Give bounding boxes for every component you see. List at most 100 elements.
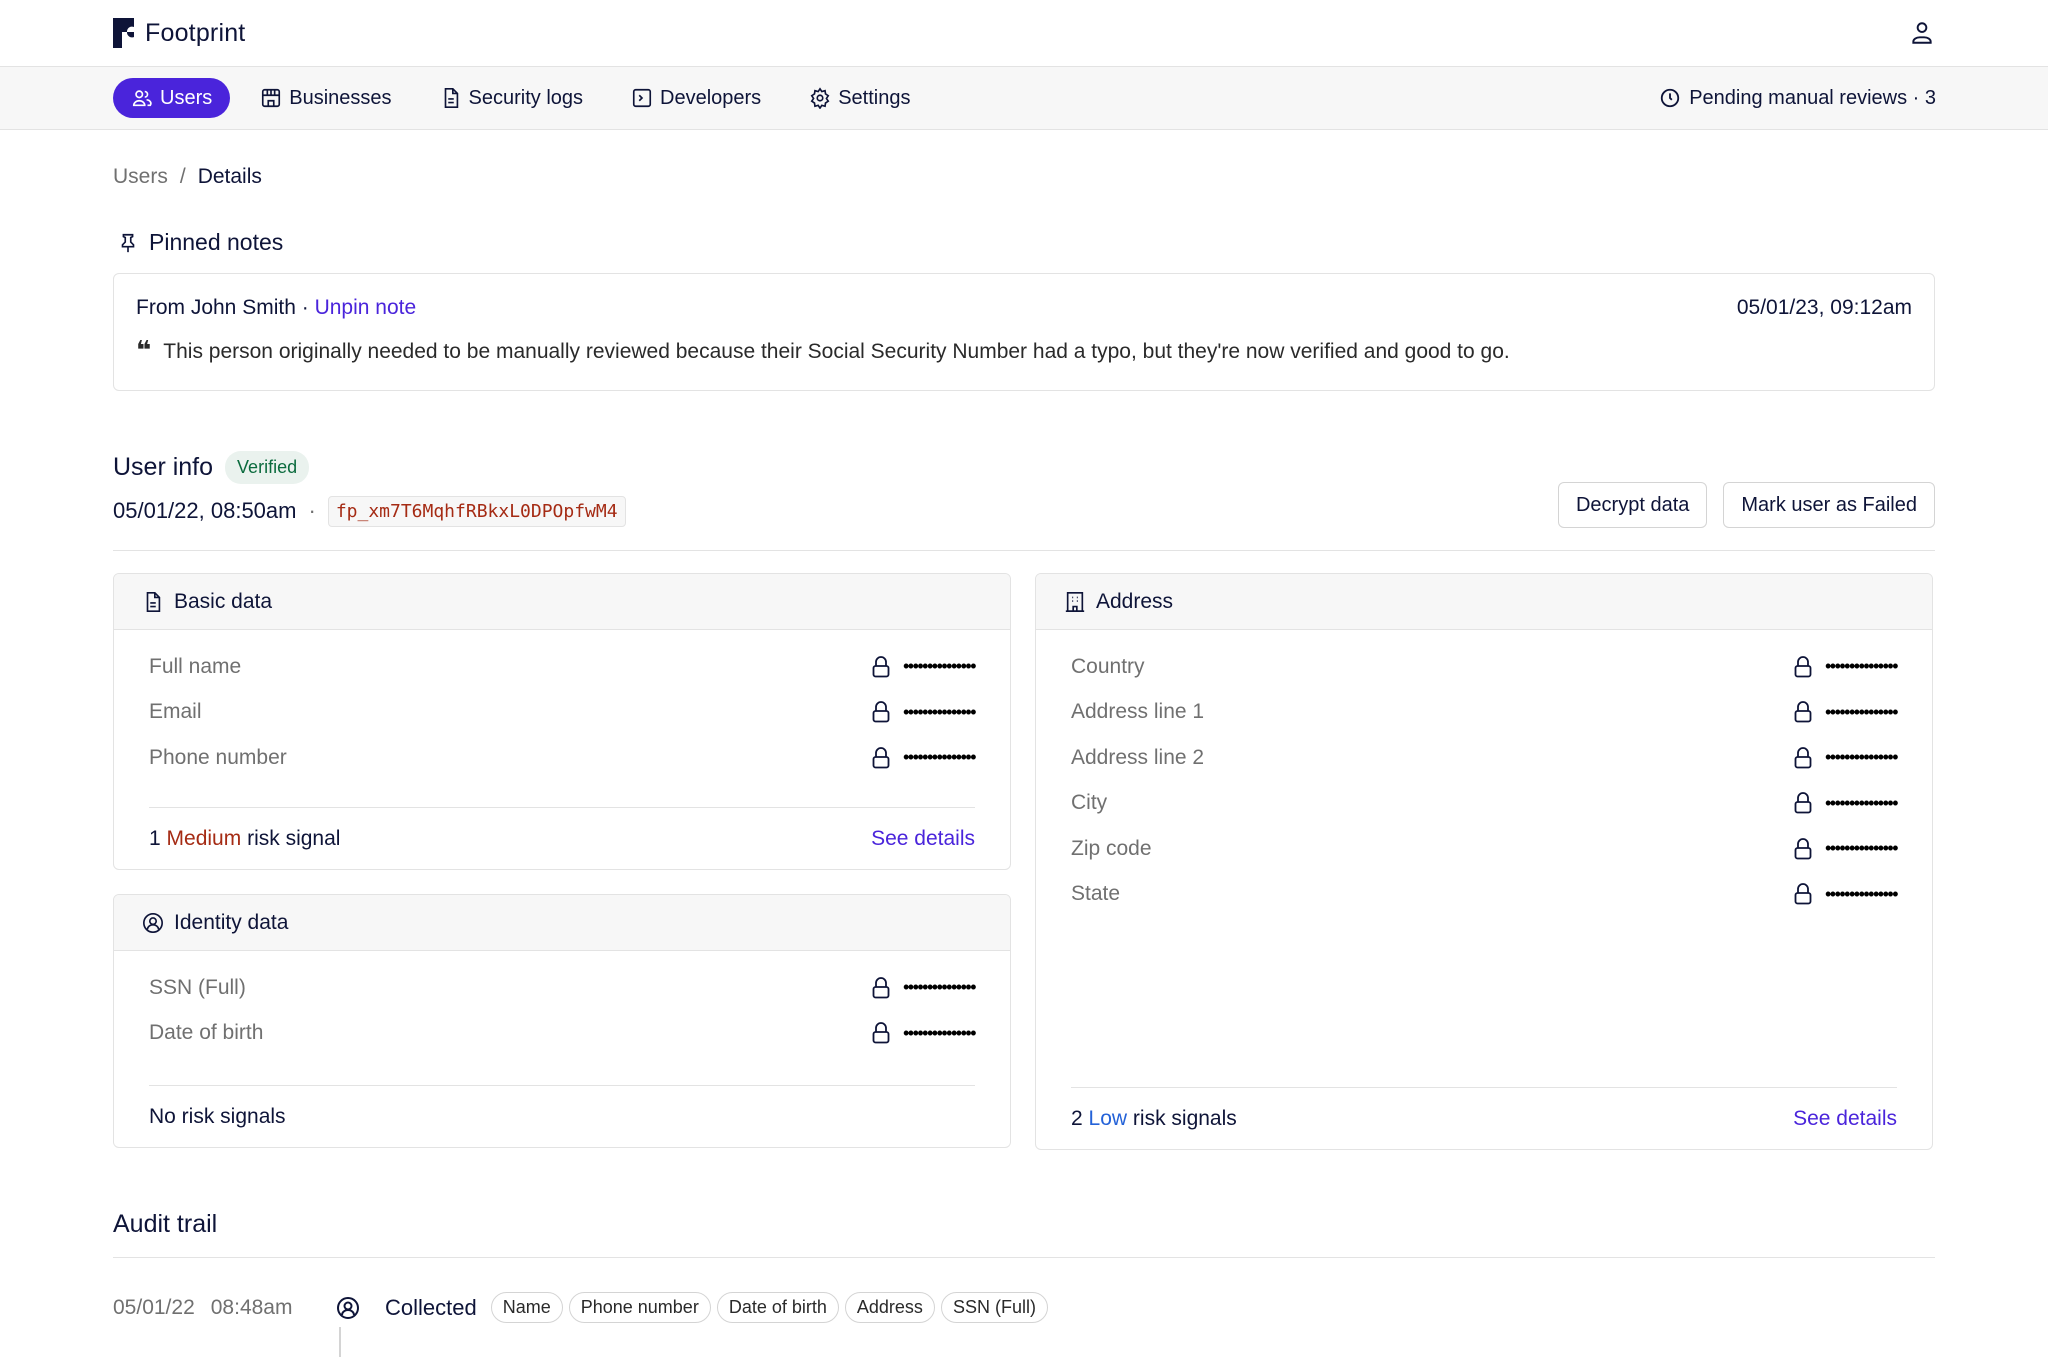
brand-name: Footprint xyxy=(145,18,246,47)
nav-item-settings[interactable]: Settings xyxy=(791,78,928,118)
field-row-country: Country ••••••••••••••• xyxy=(1071,644,1899,690)
risk-signals-footer: 1 Medium risk signal See details xyxy=(149,807,975,869)
nav-item-security-logs[interactable]: Security logs xyxy=(422,78,602,118)
masked-value: ••••••••••••••• xyxy=(902,656,977,677)
user-info-title: User info xyxy=(113,453,214,481)
risk-level: Low xyxy=(1088,1106,1128,1130)
quote-icon: ❝ xyxy=(136,335,152,365)
audit-event-row: 05/01/22 08:48am Collected Name Phone nu… xyxy=(113,1292,1935,1323)
masked-value: ••••••••••••••• xyxy=(1824,747,1899,768)
field-label: Full name xyxy=(149,654,242,678)
lock-icon xyxy=(872,1022,890,1044)
pinned-note-card: From John Smith · Unpin note 05/01/23, 0… xyxy=(113,273,1935,391)
address-card: Address Country ••••••••••••••• Address … xyxy=(1035,573,1933,1150)
nav-item-developers[interactable]: Developers xyxy=(613,78,779,118)
masked-value: ••••••••••••••• xyxy=(902,977,977,998)
lock-icon xyxy=(1794,883,1812,905)
user-profile-button[interactable] xyxy=(1908,19,1936,47)
clock-icon xyxy=(1661,88,1680,108)
nav-label: Security logs xyxy=(468,86,584,109)
field-row-phone-number: Phone number ••••••••••••••• xyxy=(149,735,977,781)
lock-icon xyxy=(872,701,890,723)
pinned-notes-heading: Pinned notes xyxy=(113,229,1935,256)
card-title: Identity data xyxy=(174,910,289,934)
audit-date: 05/01/22 xyxy=(113,1295,195,1319)
see-details-link[interactable]: See details xyxy=(871,827,975,851)
see-details-link[interactable]: See details xyxy=(1793,1107,1897,1131)
tag-address: Address xyxy=(844,1292,935,1323)
risk-count: 1 xyxy=(149,826,161,850)
risk-summary: 2 Low risk signals xyxy=(1071,1107,1237,1131)
field-row-full-name: Full name ••••••••••••••• xyxy=(149,644,977,690)
file-text-icon xyxy=(146,591,161,612)
pending-reviews-label: Pending manual reviews · 3 xyxy=(1689,86,1936,109)
lock-icon xyxy=(872,655,890,678)
lock-icon xyxy=(1794,655,1812,678)
masked-value: ••••••••••••••• xyxy=(1824,792,1899,813)
masked-value: ••••••••••••••• xyxy=(902,1022,977,1043)
field-row-address-line-1: Address line 1 ••••••••••••••• xyxy=(1071,690,1899,736)
risk-suffix: risk signals xyxy=(1132,1106,1237,1130)
field-label: Country xyxy=(1071,654,1145,678)
breadcrumb-users-link[interactable]: Users xyxy=(113,165,168,189)
breadcrumb-current: Details xyxy=(197,165,262,188)
mark-user-failed-button[interactable]: Mark user as Failed xyxy=(1723,482,1935,528)
note-author: From John Smith xyxy=(136,296,296,319)
field-row-address-line-2: Address line 2 ••••••••••••••• xyxy=(1071,735,1899,781)
user-icon xyxy=(1912,22,1932,44)
breadcrumb: Users / Details xyxy=(113,165,1935,189)
field-label: Address line 1 xyxy=(1071,700,1205,724)
meta-separator: · xyxy=(308,498,316,523)
tag-ssn-full: SSN (Full) xyxy=(940,1292,1048,1323)
divider xyxy=(113,550,1935,551)
field-row-city: City ••••••••••••••• xyxy=(1071,781,1899,827)
nav-label: Developers xyxy=(660,86,762,109)
logo[interactable]: Footprint xyxy=(113,18,245,48)
timeline-connector xyxy=(339,1327,341,1357)
user-id-chip[interactable]: fp_xm7T6MqhfRBkxL0DPOpfwM4 xyxy=(327,495,626,527)
lock-icon xyxy=(1794,746,1812,769)
masked-value: ••••••••••••••• xyxy=(1824,883,1899,904)
field-label: SSN (Full) xyxy=(149,975,246,999)
risk-signals-footer: No risk signals xyxy=(149,1085,975,1147)
nav-label: Settings xyxy=(838,86,911,109)
unpin-note-link[interactable]: Unpin note xyxy=(315,296,417,319)
gear-icon xyxy=(810,87,830,109)
identity-data-card: Identity data SSN (Full) •••••••••••••••… xyxy=(113,894,1011,1148)
file-text-icon xyxy=(444,88,458,108)
top-header: Footprint xyxy=(0,0,2048,67)
tag-name: Name xyxy=(490,1292,563,1323)
divider xyxy=(113,1257,1935,1258)
terminal-icon xyxy=(632,88,652,108)
nav-item-businesses[interactable]: Businesses xyxy=(242,78,409,118)
breadcrumb-separator: / xyxy=(179,165,186,188)
pending-reviews-link[interactable]: Pending manual reviews · 3 xyxy=(1659,87,1936,110)
user-circle-icon xyxy=(143,912,163,933)
nav-item-users[interactable]: Users xyxy=(113,78,231,118)
field-row-ssn: SSN (Full) ••••••••••••••• xyxy=(149,965,977,1011)
note-text: This person originally needed to be manu… xyxy=(163,340,1510,363)
decrypt-data-button[interactable]: Decrypt data xyxy=(1557,482,1708,528)
pin-icon xyxy=(121,233,135,252)
field-row-date-of-birth: Date of birth ••••••••••••••• xyxy=(149,1011,977,1057)
card-title: Address xyxy=(1096,589,1174,613)
audit-event-label: Collected xyxy=(385,1294,477,1320)
masked-value: ••••••••••••••• xyxy=(902,747,977,768)
field-label: Address line 2 xyxy=(1071,745,1205,769)
pinned-notes-title: Pinned notes xyxy=(149,229,284,255)
field-label: State xyxy=(1071,882,1121,906)
tag-phone-number: Phone number xyxy=(568,1292,711,1323)
main-content: Users / Details Pinned notes From John S… xyxy=(0,165,2048,1357)
field-row-zip-code: Zip code ••••••••••••••• xyxy=(1071,826,1899,872)
field-label: City xyxy=(1071,791,1108,815)
risk-signals-footer: 2 Low risk signals See details xyxy=(1071,1087,1897,1149)
masked-value: ••••••••••••••• xyxy=(1824,656,1899,677)
users-icon xyxy=(132,90,152,107)
footprint-logo-icon xyxy=(113,18,134,48)
masked-value: ••••••••••••••• xyxy=(1824,838,1899,859)
lock-icon xyxy=(1794,701,1812,723)
nav-label: Users xyxy=(160,86,213,109)
nav-label: Businesses xyxy=(289,86,392,109)
note-timestamp: 05/01/23, 09:12am xyxy=(1736,296,1912,319)
risk-summary: 1 Medium risk signal xyxy=(149,827,340,851)
